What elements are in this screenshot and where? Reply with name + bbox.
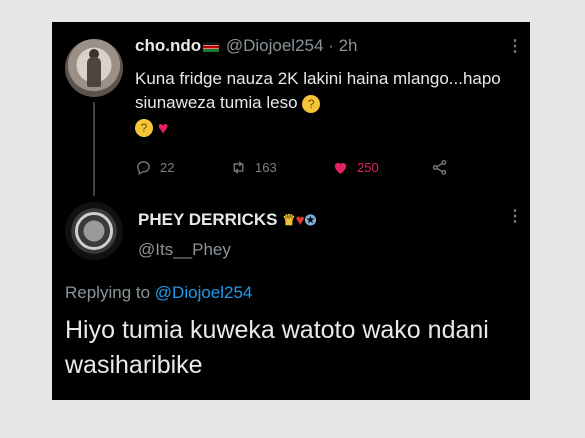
reply-header: PHEY DERRICKS ♛♥✪ [138,210,316,230]
heart-icon [334,162,347,174]
like-count: 250 [357,160,379,175]
thread-connector [93,102,95,196]
reply-text: Hiyo tumia kuweka watoto wako ndani wasi… [65,316,489,379]
like-button[interactable]: 250 [332,159,379,176]
thinking-face-icon: ? [302,94,321,113]
dizzy-icon: ✪ [304,212,317,228]
display-name[interactable]: PHEY DERRICKS [138,210,278,229]
avatar[interactable] [65,39,123,97]
retweet-button[interactable]: 163 [230,159,277,176]
share-button[interactable] [431,159,456,176]
avatar[interactable] [65,202,123,260]
replying-to: Replying to @Diojoel254 [65,283,252,303]
reply-icon [137,161,150,176]
more-options-icon[interactable]: ⋮ [507,209,523,225]
tweet-thread: cho.ndo @Diojoel254 · 2h ⋮ Kuna fridge n… [52,22,530,400]
avatar-figure-body [87,57,101,87]
display-name[interactable]: cho.ndo [135,36,201,55]
crown-icon: ♛ [282,212,296,229]
reply-button[interactable]: 22 [135,159,174,176]
timestamp[interactable]: 2h [339,36,358,55]
more-options-icon[interactable]: ⋮ [507,39,523,55]
retweet-icon [233,161,244,174]
replying-prefix: Replying to [65,283,151,302]
tweet-text: Kuna fridge nauza 2K lakini haina mlango… [135,67,520,139]
separator: · [328,36,334,55]
mention-link[interactable]: @Diojoel254 [155,283,253,302]
share-icon [432,160,447,175]
red-heart-icon: ♥ [295,212,305,229]
handle[interactable]: @Diojoel254 [226,36,324,55]
tweet-header: cho.ndo @Diojoel254 · 2h [135,36,358,56]
thinking-face-icon: ? [135,118,153,137]
broken-heart-icon: ♥ [157,117,169,138]
avatar-ring [75,212,113,250]
retweet-count: 163 [255,160,277,175]
reply-count: 22 [160,160,175,175]
handle[interactable]: @Its__Phey [138,240,231,260]
kenya-flag-icon [203,41,220,52]
